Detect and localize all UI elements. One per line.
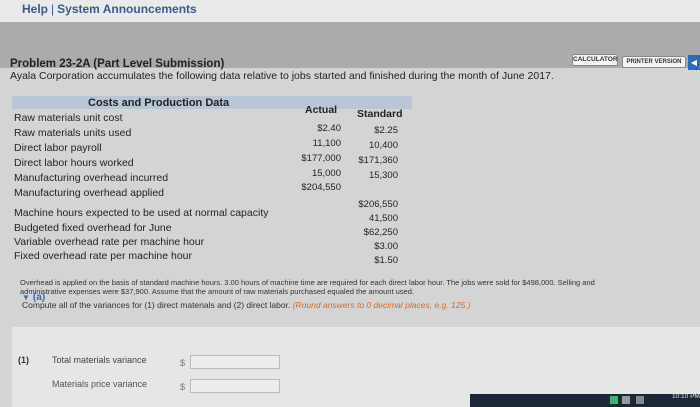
- side-panel-tab[interactable]: ◀: [688, 55, 700, 70]
- standard-value: $206,550: [358, 199, 398, 210]
- volume-icon[interactable]: [636, 396, 644, 404]
- total-materials-variance-label: Total materials variance: [52, 355, 147, 365]
- standard-value: 41,500: [368, 213, 398, 224]
- standard-value: $62,250: [363, 227, 398, 238]
- materials-price-variance-label: Materials price variance: [52, 379, 148, 389]
- os-taskbar: [470, 394, 700, 407]
- item-number: (1): [18, 355, 29, 365]
- table-row-label: Budgeted fixed overhead for June: [14, 222, 172, 234]
- standard-value: 15,300: [368, 170, 398, 181]
- table-row-label: Manufacturing overhead incurred: [14, 172, 169, 184]
- problem-intro: Ayala Corporation accumulates the follow…: [10, 70, 554, 82]
- top-link-bar: Help | System Announcements: [0, 0, 700, 22]
- standard-value: $2.25: [374, 125, 398, 136]
- rounding-hint: (Round answers to 0 decimal places, e.g.…: [292, 300, 471, 310]
- help-link[interactable]: Help: [22, 2, 48, 16]
- actual-value: $204,550: [301, 182, 341, 193]
- currency-symbol: $: [180, 358, 186, 368]
- part-a-instruction: Compute all of the variances for (1) dir…: [22, 300, 470, 310]
- network-icon[interactable]: [622, 396, 630, 404]
- standard-value: $1.50: [374, 255, 398, 266]
- clock: 10:10 PM: [672, 393, 700, 400]
- table-header-actual: Actual: [305, 104, 338, 116]
- standard-value: 10,400: [368, 140, 398, 151]
- calculator-button[interactable]: CALCULATOR: [572, 54, 618, 66]
- currency-symbol: $: [180, 382, 186, 392]
- table-row-label: Raw materials unit cost: [14, 112, 123, 124]
- standard-value: $171,360: [358, 155, 398, 166]
- table-row-label: Raw materials units used: [14, 127, 132, 139]
- standard-value: $3.00: [374, 241, 398, 252]
- table-header-label: Costs and Production Data: [88, 97, 230, 109]
- header-links: Help | System Announcements: [22, 2, 197, 16]
- printer-version-button[interactable]: PRINTER VERSION: [622, 56, 686, 68]
- table-row-label: Machine hours expected to be used at nor…: [14, 207, 269, 219]
- table-row-label: Direct labor hours worked: [14, 157, 134, 169]
- system-announcements-link[interactable]: System Announcements: [57, 2, 197, 16]
- actual-value: 11,100: [312, 138, 341, 149]
- note-line-2: administrative expenses were $37,900. As…: [20, 287, 414, 296]
- actual-value: $177,000: [301, 153, 341, 164]
- table-row-label: Fixed overhead rate per machine hour: [14, 250, 193, 262]
- instruction-text: Compute all of the variances for (1) dir…: [22, 300, 291, 310]
- table-row-label: Direct labor payroll: [14, 142, 102, 154]
- total-materials-variance-input[interactable]: [190, 355, 280, 369]
- table-header-standard: Standard: [357, 108, 403, 120]
- overhead-note: Overhead is applied on the basis of stan…: [20, 278, 700, 296]
- materials-price-variance-input[interactable]: [190, 379, 280, 393]
- table-row-label: Manufacturing overhead applied: [14, 187, 165, 199]
- note-line-1: Overhead is applied on the basis of stan…: [20, 278, 595, 287]
- table-row-label: Variable overhead rate per machine hour: [14, 236, 205, 248]
- actual-value: $2.40: [317, 123, 341, 134]
- link-separator: |: [51, 2, 55, 16]
- problem-title: Problem 23-2A (Part Level Submission): [10, 58, 225, 70]
- actual-value: 15,000: [311, 168, 341, 179]
- app-icon[interactable]: [610, 396, 618, 404]
